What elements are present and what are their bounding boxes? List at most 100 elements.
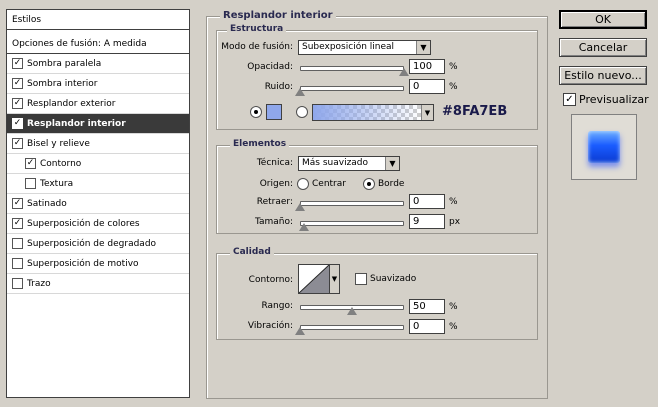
style-item[interactable]: Superposición de degradado (7, 234, 189, 254)
style-item[interactable]: Superposición de motivo (7, 254, 189, 274)
style-item[interactable]: ✓ Bisel y relieve (7, 134, 189, 154)
style-item-label: Trazo (27, 278, 51, 289)
preview-checkbox[interactable]: ✓ (563, 93, 576, 106)
style-item-label: Superposición de degradado (27, 238, 157, 249)
choke-field[interactable]: 0 (409, 194, 445, 209)
style-item[interactable]: ✓ Contorno (7, 154, 189, 174)
range-slider-thumb[interactable] (347, 307, 357, 315)
range-label: Rango: (261, 301, 293, 311)
style-checkbox[interactable] (12, 238, 23, 249)
choke-unit: % (449, 197, 458, 207)
antialias-label: Suavizado (370, 274, 417, 284)
jitter-field[interactable]: 0 (409, 319, 445, 334)
ok-button[interactable]: OK (559, 10, 647, 29)
blend-mode-select[interactable]: Subexposición lineal ▼ (298, 40, 431, 55)
opacity-slider-thumb[interactable] (399, 68, 409, 76)
style-checkbox[interactable]: ✓ (25, 158, 36, 169)
style-item[interactable]: ✓ Superposición de colores (7, 214, 189, 234)
antialias-checkbox[interactable] (355, 273, 367, 285)
gradient-picker[interactable]: ▼ (312, 104, 434, 121)
color-swatch[interactable] (266, 104, 282, 120)
color-hex-label: #8FA7EB (442, 104, 508, 119)
chevron-down-icon: ▼ (421, 105, 433, 120)
preview-swatch (588, 131, 620, 163)
technique-label: Técnica: (256, 158, 293, 168)
style-item-label: Resplandor exterior (27, 98, 116, 109)
size-label: Tamaño: (254, 217, 293, 227)
noise-field[interactable]: 0 (409, 79, 445, 94)
contour-label: Contorno: (248, 275, 293, 285)
blend-mode-value: Subexposición lineal (302, 42, 395, 52)
styles-list: Estilos Opciones de fusión: A medida ✓ Somb… (6, 9, 190, 398)
blend-mode-label: Modo de fusión: (221, 42, 293, 52)
choke-label: Retraer: (256, 197, 293, 207)
style-item[interactable]: Trazo (7, 274, 189, 294)
technique-select[interactable]: Más suavizado ▼ (298, 156, 400, 171)
style-item-label: Contorno (40, 158, 82, 169)
style-item[interactable]: Textura (7, 174, 189, 194)
style-checkbox[interactable]: ✓ (12, 218, 23, 229)
jitter-unit: % (449, 322, 458, 332)
noise-unit: % (449, 82, 458, 92)
noise-slider-track[interactable] (300, 86, 404, 91)
styles-header: Estilos (7, 10, 189, 30)
jitter-label: Vibración: (247, 321, 293, 331)
style-item-label: Sombra interior (27, 78, 98, 89)
opacity-label: Opacidad: (247, 62, 293, 72)
new-style-button[interactable]: Estilo nuevo... (559, 66, 647, 85)
style-item-label: Superposición de motivo (27, 258, 139, 269)
size-field[interactable]: 9 (409, 214, 445, 229)
style-checkbox[interactable] (25, 178, 36, 189)
choke-slider-thumb[interactable] (295, 203, 305, 211)
range-field[interactable]: 50 (409, 299, 445, 314)
source-edge-radio[interactable] (363, 178, 375, 190)
source-center-radio[interactable] (297, 178, 309, 190)
style-item-label: Opciones de fusión: A medida (12, 38, 147, 49)
opacity-unit: % (449, 62, 458, 72)
style-item-label: Bisel y relieve (27, 138, 90, 149)
gradient-preview (313, 105, 421, 120)
elements-title: Elementos (230, 139, 290, 149)
jitter-slider-thumb[interactable] (295, 327, 305, 335)
style-item[interactable]: ✓ Sombra paralela (7, 54, 189, 74)
chevron-down-icon: ▼ (385, 157, 399, 170)
opacity-field[interactable]: 100 (409, 59, 445, 74)
preview-label: Previsualizar (579, 93, 649, 106)
chevron-down-icon: ▼ (416, 41, 430, 54)
source-label: Origen: (259, 179, 293, 189)
range-unit: % (449, 302, 458, 312)
choke-slider-track[interactable] (300, 201, 404, 206)
inner-glow-title: Resplandor interior (220, 10, 336, 21)
gradient-radio[interactable] (296, 106, 308, 118)
quality-title: Calidad (230, 247, 274, 257)
style-checkbox[interactable]: ✓ (12, 98, 23, 109)
style-item[interactable]: ✓ Sombra interior (7, 74, 189, 94)
size-unit: px (449, 217, 461, 227)
source-center-label: Centrar (312, 179, 346, 189)
structure-title: Estructura (227, 24, 287, 34)
style-item-label: Sombra paralela (27, 58, 102, 69)
solid-color-radio[interactable] (250, 106, 262, 118)
style-item[interactable]: ✓ Satinado (7, 194, 189, 214)
style-checkbox[interactable]: ✓ (12, 138, 23, 149)
style-item-label: Satinado (27, 198, 67, 209)
opacity-slider-track[interactable] (300, 66, 404, 71)
style-item[interactable]: ✓ Resplandor exterior (7, 94, 189, 114)
cancel-button[interactable]: Cancelar (559, 38, 647, 57)
style-checkbox[interactable] (12, 278, 23, 289)
style-checkbox[interactable]: ✓ (12, 78, 23, 89)
contour-picker[interactable] (298, 264, 330, 294)
style-item[interactable]: ✓ Resplandor interior (7, 114, 189, 134)
style-checkbox[interactable]: ✓ (12, 198, 23, 209)
contour-curve-icon (298, 264, 330, 294)
style-checkbox[interactable]: ✓ (12, 58, 23, 69)
chevron-down-icon[interactable]: ▼ (330, 264, 340, 294)
style-checkbox[interactable]: ✓ (12, 118, 23, 129)
noise-slider-thumb[interactable] (295, 88, 305, 96)
style-checkbox[interactable] (12, 258, 23, 269)
size-slider-thumb[interactable] (299, 223, 310, 231)
technique-value: Más suavizado (302, 158, 369, 168)
jitter-slider-track[interactable] (300, 325, 404, 330)
size-slider-track[interactable] (300, 221, 404, 226)
style-item[interactable]: Opciones de fusión: A medida (7, 34, 189, 54)
